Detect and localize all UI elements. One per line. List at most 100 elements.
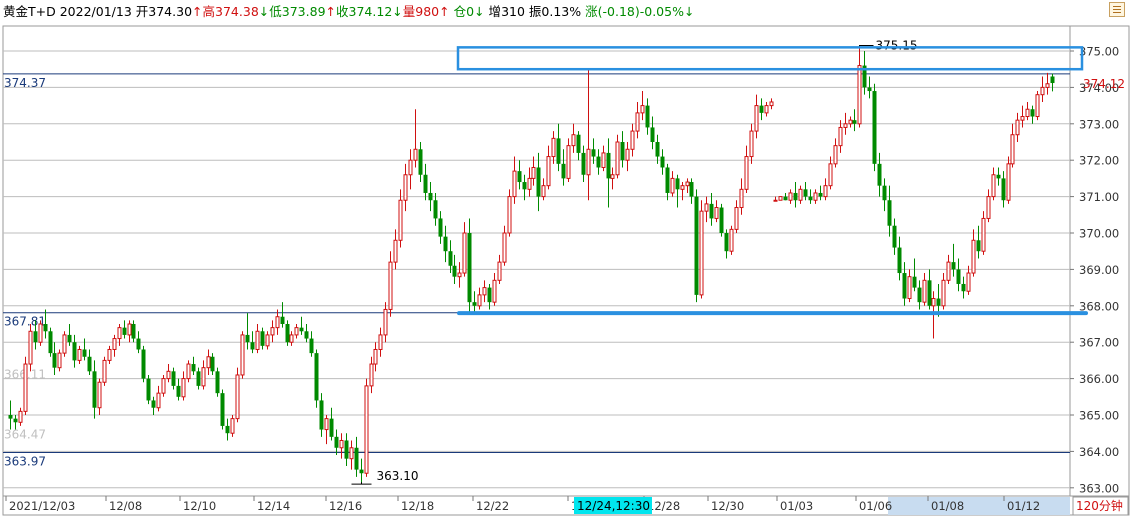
- candle-body[interactable]: [719, 207, 724, 233]
- candle-body[interactable]: [289, 334, 294, 343]
- candle-body[interactable]: [388, 261, 393, 310]
- candle-body[interactable]: [956, 269, 961, 284]
- candle-body[interactable]: [922, 279, 927, 303]
- candle-body[interactable]: [818, 192, 823, 197]
- candle-body[interactable]: [235, 374, 240, 420]
- candle-body[interactable]: [373, 348, 378, 365]
- candle-body[interactable]: [309, 338, 314, 354]
- candle-body[interactable]: [769, 101, 774, 107]
- candle-body[interactable]: [645, 105, 650, 128]
- candle-body[interactable]: [497, 261, 502, 281]
- candle-body[interactable]: [250, 342, 255, 350]
- candle-body[interactable]: [541, 185, 546, 198]
- candle-body[interactable]: [87, 356, 92, 372]
- candle-body[interactable]: [512, 170, 517, 198]
- candle-body[interactable]: [127, 323, 132, 336]
- candle-body[interactable]: [867, 87, 872, 92]
- candle-body[interactable]: [1015, 119, 1020, 136]
- candle-body[interactable]: [176, 385, 181, 397]
- candle-body[interactable]: [606, 152, 611, 179]
- candle-body[interactable]: [230, 418, 235, 434]
- candle-body[interactable]: [996, 174, 1001, 179]
- candle-body[interactable]: [428, 192, 433, 201]
- candle-body[interactable]: [383, 308, 388, 336]
- candle-body[interactable]: [201, 367, 206, 387]
- candle-body[interactable]: [477, 294, 482, 307]
- candle-body[interactable]: [191, 364, 196, 372]
- candle-body[interactable]: [897, 247, 902, 274]
- candle-body[interactable]: [610, 174, 615, 179]
- candle-body[interactable]: [976, 240, 981, 252]
- candle-body[interactable]: [215, 371, 220, 394]
- candle-body[interactable]: [240, 334, 245, 376]
- candle-body[interactable]: [502, 232, 507, 263]
- candle-body[interactable]: [670, 177, 675, 194]
- candle-body[interactable]: [803, 189, 808, 197]
- candle-body[interactable]: [393, 239, 398, 263]
- candle-body[interactable]: [378, 334, 383, 350]
- candle-body[interactable]: [783, 196, 788, 201]
- candle-body[interactable]: [117, 327, 122, 340]
- candle-body[interactable]: [423, 174, 428, 193]
- candle-body[interactable]: [8, 415, 13, 419]
- candle-body[interactable]: [660, 156, 665, 168]
- candle-body[interactable]: [1020, 116, 1025, 121]
- candle-body[interactable]: [131, 324, 136, 339]
- candle-body[interactable]: [354, 447, 359, 470]
- candle-body[interactable]: [97, 381, 102, 409]
- candle-body[interactable]: [136, 338, 141, 350]
- candle-body[interactable]: [966, 272, 971, 292]
- candle-body[interactable]: [571, 134, 576, 147]
- candle-body[interactable]: [107, 348, 112, 361]
- candle-body[interactable]: [275, 316, 280, 329]
- candle-body[interactable]: [843, 123, 848, 128]
- candle-body[interactable]: [443, 236, 448, 252]
- candle-body[interactable]: [23, 363, 28, 412]
- candle-body[interactable]: [38, 323, 43, 343]
- candle-body[interactable]: [527, 177, 532, 190]
- candle-body[interactable]: [349, 447, 354, 460]
- candle-body[interactable]: [13, 418, 18, 423]
- candle-body[interactable]: [591, 149, 596, 157]
- candle-body[interactable]: [556, 138, 561, 164]
- candle-body[interactable]: [462, 232, 467, 274]
- candle-body[interactable]: [640, 105, 645, 114]
- candle-body[interactable]: [946, 261, 951, 281]
- candle-body[interactable]: [877, 163, 882, 186]
- candle-body[interactable]: [665, 167, 670, 193]
- candle-body[interactable]: [655, 142, 660, 157]
- candle-body[interactable]: [714, 207, 719, 219]
- candle-body[interactable]: [961, 283, 966, 292]
- candle-body[interactable]: [102, 359, 107, 383]
- candle-body[interactable]: [92, 371, 97, 408]
- candle-body[interactable]: [882, 185, 887, 201]
- candle-body[interactable]: [793, 192, 798, 201]
- candle-body[interactable]: [294, 327, 299, 336]
- candle-body[interactable]: [1035, 94, 1040, 118]
- candle-body[interactable]: [828, 163, 833, 187]
- candle-body[interactable]: [704, 203, 709, 212]
- candle-body[interactable]: [339, 439, 344, 449]
- candle-body[interactable]: [141, 349, 146, 379]
- candle-body[interactable]: [951, 262, 956, 270]
- candle-body[interactable]: [709, 203, 714, 219]
- candle-body[interactable]: [986, 196, 991, 219]
- candle-body[interactable]: [759, 105, 764, 113]
- candle-body[interactable]: [546, 156, 551, 187]
- candle-body[interactable]: [576, 134, 581, 153]
- candle-body[interactable]: [472, 302, 477, 306]
- candle-body[interactable]: [206, 356, 211, 369]
- candle-body[interactable]: [749, 130, 754, 158]
- candle-body[interactable]: [833, 145, 838, 165]
- candle-body[interactable]: [265, 334, 270, 347]
- candle-body[interactable]: [744, 156, 749, 190]
- candle-body[interactable]: [166, 370, 171, 380]
- candle-body[interactable]: [364, 385, 369, 474]
- candle-body[interactable]: [438, 218, 443, 237]
- candle-body[interactable]: [285, 324, 290, 343]
- candle-body[interactable]: [754, 105, 759, 132]
- candle-body[interactable]: [413, 148, 418, 161]
- candle-body[interactable]: [196, 371, 201, 386]
- candle-body[interactable]: [522, 182, 527, 190]
- candle-body[interactable]: [245, 334, 250, 343]
